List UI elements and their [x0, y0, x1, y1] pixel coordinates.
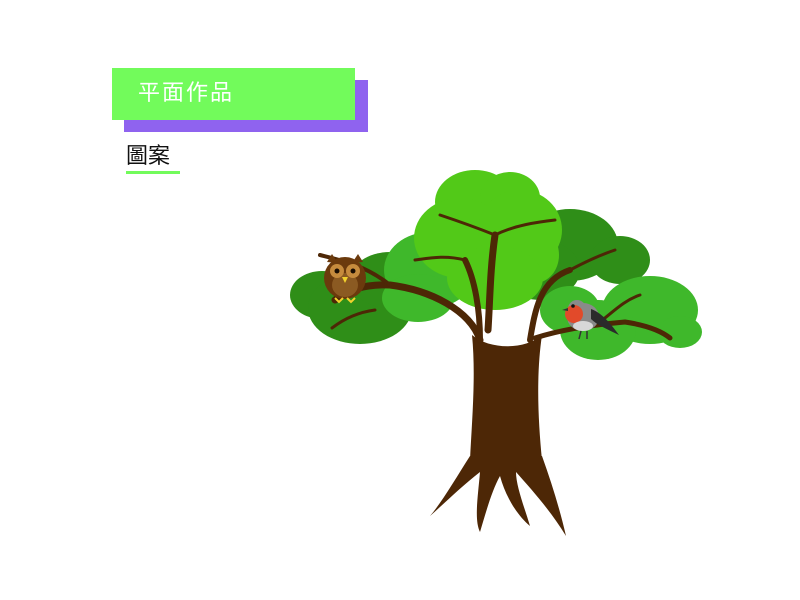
tree-trunk [430, 335, 566, 536]
section-heading: 圖案 [126, 144, 182, 174]
tree-artwork [280, 160, 720, 560]
section-subtitle: 圖案 [126, 144, 171, 169]
title-banner: 平面作品 [112, 68, 368, 132]
subtitle-underline [126, 171, 180, 174]
tree-illustration [290, 170, 702, 536]
banner-green-block: 平面作品 [112, 68, 355, 120]
page-title: 平面作品 [138, 81, 235, 106]
